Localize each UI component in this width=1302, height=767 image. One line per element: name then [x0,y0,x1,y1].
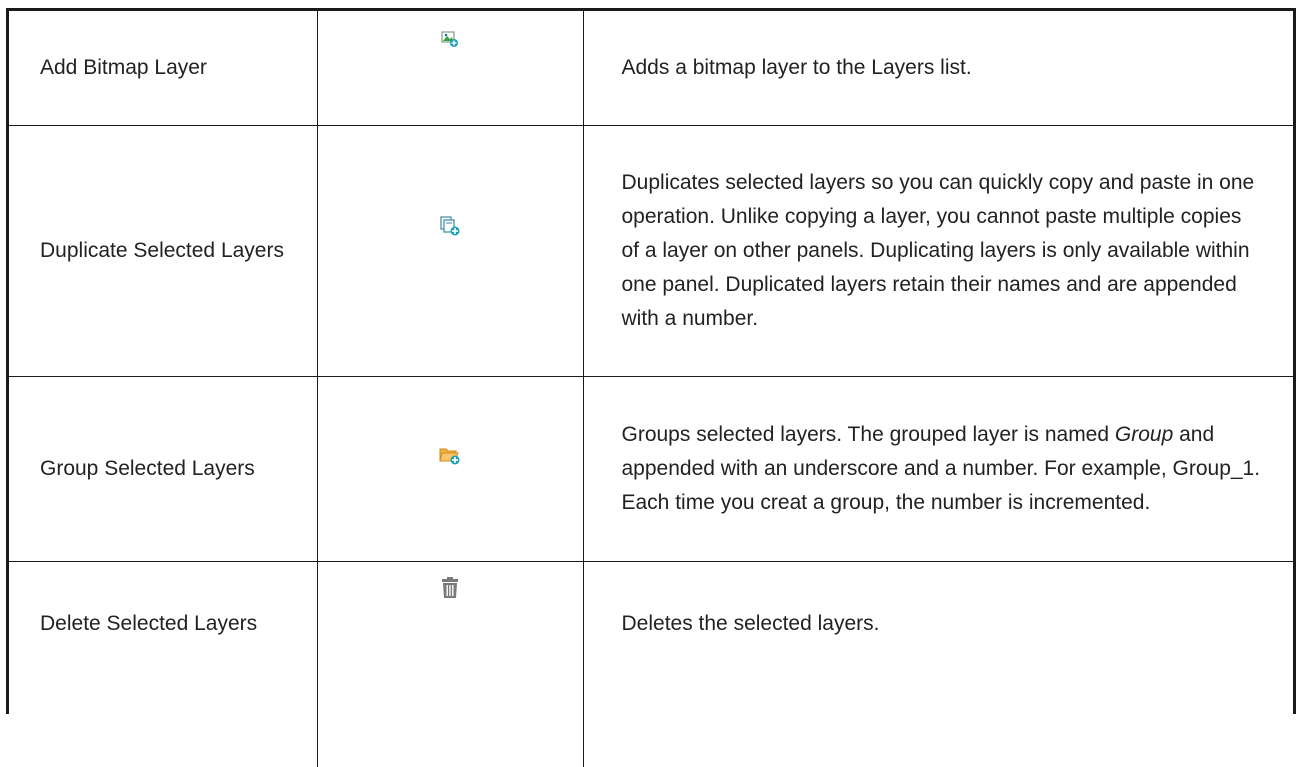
command-description: Adds a bitmap layer to the Layers list. [583,11,1293,126]
command-description: Deletes the selected layers. [583,562,1293,767]
command-name: Delete Selected Layers [9,562,317,767]
table-row: Delete Selected Layers Deletes the s [9,562,1293,767]
command-description: Duplicates selected layers so you can qu… [583,126,1293,377]
icon-cell [317,126,583,377]
group-layers-icon [439,443,461,477]
command-description: Groups selected layers. The grouped laye… [583,377,1293,562]
duplicate-layers-icon [439,214,461,248]
table-row: Group Selected Layers Groups selected la… [9,377,1293,562]
layer-commands-table-frame: Add Bitmap Layer Adds a bitmap layer [6,8,1296,714]
command-name: Duplicate Selected Layers [9,126,317,377]
icon-cell [317,562,583,767]
trash-icon [440,576,460,611]
icon-cell [317,11,583,126]
add-bitmap-layer-icon [441,25,459,59]
description-text: Groups selected layers. The grouped laye… [622,423,1115,446]
icon-cell [317,377,583,562]
command-name: Add Bitmap Layer [9,11,317,126]
table-row: Duplicate Selected Layers Duplicates [9,126,1293,377]
group-term: Group [1115,423,1173,446]
layer-commands-table: Add Bitmap Layer Adds a bitmap layer [9,11,1293,767]
table-row: Add Bitmap Layer Adds a bitmap layer [9,11,1293,126]
command-name: Group Selected Layers [9,377,317,562]
